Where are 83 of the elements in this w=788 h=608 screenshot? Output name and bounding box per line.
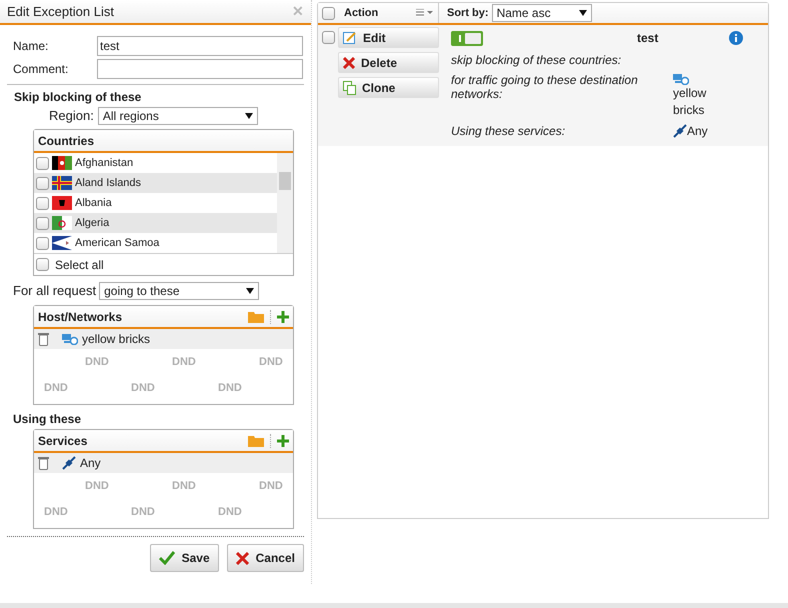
summary-label: Using these services: bbox=[451, 123, 566, 140]
rule-name: test bbox=[637, 30, 658, 47]
country-name: Algeria bbox=[75, 216, 110, 231]
network-name: yellow bricks bbox=[673, 85, 708, 119]
plug-icon bbox=[673, 124, 687, 138]
region-dropdown[interactable]: All regions bbox=[98, 107, 258, 125]
drop-hint: DND bbox=[259, 355, 283, 369]
field-label: Comment: bbox=[13, 61, 70, 78]
input-field[interactable] bbox=[97, 59, 303, 79]
item-label: Any bbox=[80, 455, 101, 472]
flag-icon bbox=[52, 196, 72, 210]
save-button[interactable]: Save bbox=[150, 544, 219, 572]
toggle-switch[interactable] bbox=[451, 30, 483, 46]
list-menu-icon[interactable] bbox=[416, 9, 434, 17]
close-icon bbox=[236, 552, 249, 564]
plug-icon bbox=[62, 456, 76, 470]
sort-label: Sort by: bbox=[447, 6, 489, 21]
column-header: Action bbox=[344, 6, 380, 21]
country-name: Aland Islands bbox=[75, 176, 142, 191]
flag-icon bbox=[52, 156, 72, 170]
checkbox[interactable] bbox=[36, 236, 49, 250]
panel-title: Host/Networks bbox=[38, 308, 122, 326]
clone-button[interactable]: Clone bbox=[338, 77, 439, 98]
trash-icon[interactable] bbox=[38, 332, 49, 346]
checkbox-label: Select all bbox=[55, 256, 104, 274]
dropdown-arrow-icon bbox=[244, 113, 253, 119]
checkbox[interactable] bbox=[322, 31, 335, 44]
drop-hint: DND bbox=[44, 505, 68, 519]
network-icon bbox=[673, 73, 689, 85]
checkbox[interactable] bbox=[36, 176, 49, 190]
checkbox[interactable] bbox=[36, 156, 49, 170]
field-label: Name: bbox=[13, 38, 50, 55]
input-field[interactable]: test bbox=[97, 36, 303, 56]
field-label: For all request bbox=[13, 282, 96, 300]
copy-icon bbox=[343, 80, 356, 94]
network-icon bbox=[62, 333, 78, 345]
dropdown-arrow-icon bbox=[578, 10, 587, 16]
flag-icon bbox=[52, 176, 72, 190]
sort-dropdown[interactable]: Name asc bbox=[492, 4, 592, 22]
folder-icon[interactable] bbox=[248, 434, 264, 446]
drop-hint: DND bbox=[131, 505, 155, 519]
drop-hint: DND bbox=[172, 479, 196, 493]
check-icon bbox=[158, 551, 175, 565]
panel-title: Services bbox=[38, 432, 88, 450]
edit-button[interactable]: Edit bbox=[338, 27, 439, 48]
scrollbar[interactable] bbox=[277, 153, 293, 253]
drop-hint: DND bbox=[172, 355, 196, 369]
drop-hint: DND bbox=[85, 355, 109, 369]
drop-hint: DND bbox=[131, 381, 155, 395]
drop-hint: DND bbox=[44, 381, 68, 395]
edit-icon bbox=[343, 30, 357, 44]
window-title: Edit Exception List bbox=[7, 2, 114, 21]
folder-icon[interactable] bbox=[248, 310, 264, 322]
summary-label: for traffic going to these destination networks: bbox=[451, 73, 639, 103]
trash-icon[interactable] bbox=[38, 456, 49, 470]
checkbox[interactable] bbox=[322, 6, 335, 20]
drop-hint: DND bbox=[85, 479, 109, 493]
destination-dropdown[interactable]: going to these bbox=[99, 282, 260, 300]
checkbox[interactable] bbox=[36, 216, 49, 230]
country-name: Albania bbox=[75, 196, 112, 211]
panel-title: Countries bbox=[38, 132, 94, 150]
cancel-button[interactable]: Cancel bbox=[226, 544, 304, 572]
delete-button[interactable]: Delete bbox=[338, 52, 439, 73]
country-name: American Samoa bbox=[75, 236, 160, 251]
service-name: Any bbox=[687, 123, 708, 140]
drop-hint: DND bbox=[218, 505, 242, 519]
section-heading: Using these bbox=[12, 411, 82, 428]
close-icon bbox=[343, 56, 355, 68]
drop-hint: DND bbox=[259, 479, 283, 493]
checkbox[interactable] bbox=[36, 258, 49, 271]
dropdown-arrow-icon bbox=[246, 288, 254, 294]
summary-label: skip blocking of these countries: bbox=[451, 52, 622, 69]
info-icon[interactable] bbox=[729, 31, 744, 45]
section-heading: Skip blocking of these bbox=[13, 89, 142, 106]
add-icon[interactable] bbox=[277, 310, 289, 322]
country-name: Afghanistan bbox=[75, 156, 134, 171]
flag-icon bbox=[52, 236, 72, 250]
add-icon[interactable] bbox=[277, 434, 289, 446]
checkbox[interactable] bbox=[36, 196, 49, 210]
flag-icon bbox=[52, 216, 72, 230]
drop-hint: DND bbox=[218, 381, 242, 395]
field-label: Region: bbox=[49, 107, 94, 126]
item-label: yellow bricks bbox=[82, 331, 150, 348]
